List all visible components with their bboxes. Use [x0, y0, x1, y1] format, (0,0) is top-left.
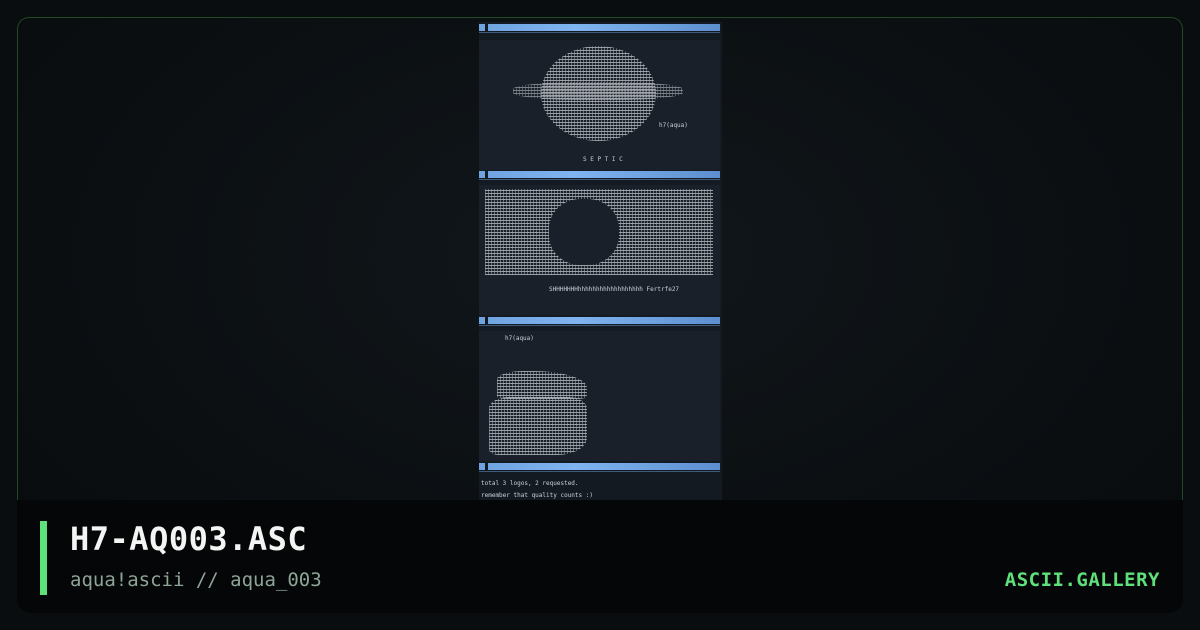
ascii-logo-shape-top [497, 371, 587, 399]
site-brand: ASCII.GALLERY [1004, 569, 1160, 591]
preview-panel-1: h7(aqua) S E P T I C [479, 40, 720, 170]
ascii-logo-gap [549, 199, 619, 265]
preview-panel-2: SHHHHHHHhhhhhhhhhhhhhhhhhh Fertrfe27 [479, 185, 720, 315]
ascii-logo-ring [513, 82, 683, 100]
preview-panel-divider [479, 24, 720, 33]
panel-2-caption: SHHHHHHHhhhhhhhhhhhhhhhhhh Fertrfe27 [549, 286, 680, 293]
preview-footer-line-1: total 3 logos, 2 requested. [481, 480, 579, 487]
preview-footer-line-2: remember that quality counts :) [481, 492, 593, 499]
panel-3-tag: h7(aqua) [505, 335, 534, 342]
preview-panel-divider [479, 317, 720, 326]
ascii-logo-shape-bottom [489, 397, 587, 455]
ascii-art-preview: h7(aqua) S E P T I C SHHHHHHHhhhhhhhhhhh… [479, 22, 722, 502]
page-title: H7-AQ003.ASC [70, 520, 308, 558]
preview-panel-3: h7(aqua) [479, 331, 720, 461]
panel-1-caption: S E P T I C [583, 156, 623, 163]
preview-panel-divider [479, 171, 720, 180]
panel-1-tag: h7(aqua) [659, 122, 688, 129]
accent-bar [40, 521, 47, 595]
info-bar: H7-AQ003.ASC aqua!ascii // aqua_003 ASCI… [17, 500, 1183, 613]
artist-pack-subtitle: aqua!ascii // aqua_003 [70, 569, 322, 591]
preview-panel-divider [479, 463, 720, 472]
